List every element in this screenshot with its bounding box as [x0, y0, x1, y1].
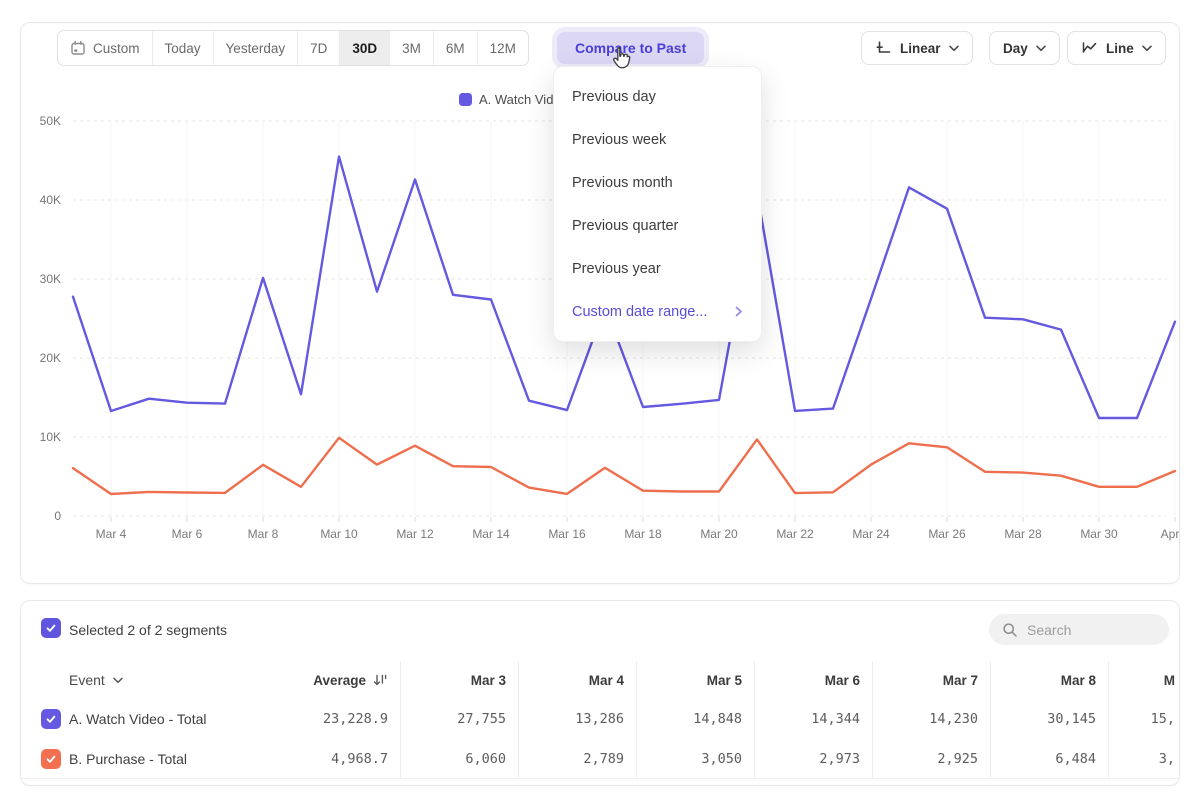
chevron-right-icon — [735, 306, 743, 317]
x-axis-label: Mar 8 — [248, 527, 279, 541]
menu-item-previous-week[interactable]: Previous week — [554, 118, 761, 161]
x-axis-label: Mar 28 — [1004, 527, 1042, 541]
value-cell: 6,484 — [990, 739, 1108, 779]
x-axis-label: Mar 4 — [96, 527, 127, 541]
x-axis-label: Mar 10 — [320, 527, 358, 541]
x-axis-label: Mar 22 — [776, 527, 814, 541]
column-header-mar-4: Mar 4 — [518, 661, 636, 699]
chevron-down-icon — [113, 677, 123, 684]
value-cell: 14,848 — [636, 699, 754, 739]
search-placeholder: Search — [1027, 622, 1071, 638]
column-header-m: M — [1108, 661, 1179, 699]
value-cell: 6,060 — [400, 739, 518, 779]
menu-item-previous-month[interactable]: Previous month — [554, 161, 761, 204]
column-header-label: Average — [313, 673, 366, 688]
row-label-cell: B. Purchase - Total — [21, 739, 282, 779]
menu-item-previous-day[interactable]: Previous day — [554, 75, 761, 118]
value-cell: 2,789 — [518, 739, 636, 779]
value-cell: 30,145 — [990, 699, 1108, 739]
value-cell: 2,925 — [872, 739, 990, 779]
column-header-average[interactable]: Average — [282, 661, 400, 699]
menu-item-previous-quarter[interactable]: Previous quarter — [554, 204, 761, 247]
compare-to-past-menu: Previous dayPrevious weekPrevious monthP… — [553, 66, 762, 342]
menu-item-previous-year[interactable]: Previous year — [554, 247, 761, 290]
value-cell: 13,286 — [518, 699, 636, 739]
row-label-cell: A. Watch Video - Total — [21, 699, 282, 739]
column-header-mar-8: Mar 8 — [990, 661, 1108, 699]
y-axis-label: 0 — [54, 509, 61, 523]
column-header-label: Mar 3 — [471, 673, 506, 688]
sort-descending-icon — [373, 673, 388, 687]
line-series-b — [73, 438, 1175, 494]
x-axis-label: Mar 14 — [472, 527, 510, 541]
segments-table: Event Average Mar 3 Mar 4 Mar 5 Mar 6 Mar 7 Mar… — [21, 661, 1179, 779]
column-header-label: Mar 5 — [707, 673, 742, 688]
value-cell: 3,050 — [636, 739, 754, 779]
menu-item-custom-date-range[interactable]: Custom date range... — [554, 290, 761, 333]
value-cell: 14,344 — [754, 699, 872, 739]
x-axis-label: Mar 12 — [396, 527, 434, 541]
legend-swatch-a — [459, 93, 472, 106]
y-axis-label: 40K — [40, 193, 61, 207]
x-axis-label: Mar 6 — [172, 527, 203, 541]
column-header-label: Mar 7 — [943, 673, 978, 688]
check-icon — [45, 753, 57, 765]
column-header-mar-6: Mar 6 — [754, 661, 872, 699]
x-axis-label: Apr 1 — [1161, 527, 1179, 541]
column-header-mar-3: Mar 3 — [400, 661, 518, 699]
y-axis-label: 10K — [40, 430, 61, 444]
x-axis-label: Mar 16 — [548, 527, 586, 541]
row-checkbox-b[interactable] — [41, 749, 61, 769]
x-axis-label: Mar 26 — [928, 527, 966, 541]
column-header-label: Event — [69, 672, 105, 688]
y-axis-label: 30K — [40, 272, 61, 286]
value-cell: 2,973 — [754, 739, 872, 779]
value-cell: 23,228.9 — [282, 699, 400, 739]
select-all-checkbox[interactable] — [41, 618, 61, 638]
x-axis-label: Mar 18 — [624, 527, 662, 541]
column-header-label: M — [1164, 673, 1175, 688]
check-icon — [45, 713, 57, 725]
column-header-label: Mar 4 — [589, 673, 624, 688]
x-axis-label: Mar 30 — [1080, 527, 1118, 541]
y-axis-label: 50K — [40, 114, 61, 128]
value-cell: 15, — [1108, 699, 1179, 739]
column-header-event[interactable]: Event — [21, 661, 282, 699]
row-checkbox-a[interactable] — [41, 709, 61, 729]
menu-item-label: Custom date range... — [572, 304, 707, 320]
row-label: A. Watch Video - Total — [69, 711, 206, 727]
column-header-mar-7: Mar 7 — [872, 661, 990, 699]
search-input[interactable]: Search — [989, 614, 1169, 645]
value-cell: 3, — [1108, 739, 1179, 779]
x-axis-label: Mar 20 — [700, 527, 738, 541]
value-cell: 27,755 — [400, 699, 518, 739]
segments-panel: Selected 2 of 2 segments Search Event Ave… — [20, 600, 1180, 786]
row-label: B. Purchase - Total — [69, 751, 187, 767]
x-axis-label: Mar 24 — [852, 527, 890, 541]
check-icon — [45, 622, 57, 634]
legend-item-a: A. Watch Video — [459, 92, 568, 107]
value-cell: 4,968.7 — [282, 739, 400, 779]
search-icon — [1002, 622, 1018, 638]
y-axis-label: 20K — [40, 351, 61, 365]
column-header-label: Mar 8 — [1061, 673, 1096, 688]
selected-segments-label: Selected 2 of 2 segments — [69, 622, 227, 638]
value-cell: 14,230 — [872, 699, 990, 739]
column-header-mar-5: Mar 5 — [636, 661, 754, 699]
column-header-label: Mar 6 — [825, 673, 860, 688]
